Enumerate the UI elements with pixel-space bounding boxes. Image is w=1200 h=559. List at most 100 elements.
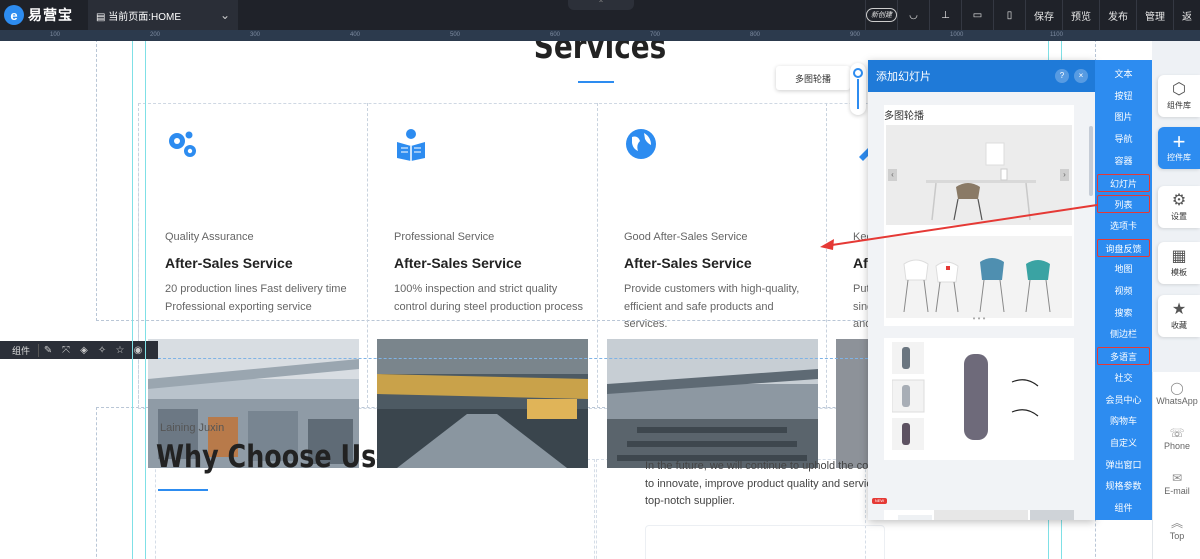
menu-item[interactable]: 询盘反馈 bbox=[1097, 238, 1150, 257]
component-toolbar: 组件 ✎ ⤧ ◈ ✧ ☆ ◉ bbox=[0, 341, 158, 359]
manage-button[interactable]: 管理 bbox=[1136, 0, 1173, 30]
carousel-dots[interactable]: • • • bbox=[884, 314, 1074, 323]
panel-body: 多图轮播 ‹ › • • • NEW bbox=[868, 92, 1095, 520]
whatsapp-contact[interactable]: ◯ WhatsApp bbox=[1153, 380, 1200, 406]
ruler-number: 800 bbox=[750, 32, 761, 38]
menu-item[interactable]: 多语言 bbox=[1097, 347, 1150, 366]
menu-item[interactable]: 会员中心 bbox=[1097, 391, 1150, 409]
whatsapp-icon: ◯ bbox=[1170, 381, 1184, 395]
settings-button[interactable]: ⚙ 设置 bbox=[1158, 186, 1200, 228]
top-icon: ︽ bbox=[1170, 516, 1183, 530]
page-label: ▤ 当前页面:HOME bbox=[96, 8, 181, 23]
preview-button[interactable]: 预览 bbox=[1062, 0, 1099, 30]
card-description: Provide customers with high-quality, eff… bbox=[624, 283, 800, 330]
section-kicker: Laining Juxin bbox=[160, 422, 225, 434]
menu-item[interactable]: 幻灯片 bbox=[1097, 173, 1150, 192]
menu-item[interactable]: 文本 bbox=[1097, 65, 1150, 83]
menu-item[interactable]: 侧边栏 bbox=[1097, 325, 1150, 343]
email-contact[interactable]: ✉ E-mail bbox=[1153, 470, 1200, 496]
top-contact[interactable]: ︽ Top bbox=[1153, 515, 1200, 541]
save-button[interactable]: 保存 bbox=[1025, 0, 1062, 30]
rail-label: 设置 bbox=[1171, 212, 1187, 221]
publish-button[interactable]: 发布 bbox=[1099, 0, 1136, 30]
logo-text: 易营宝 bbox=[28, 7, 73, 23]
services-title[interactable]: Services bbox=[518, 41, 682, 67]
menu-item[interactable]: 组件 bbox=[1097, 499, 1150, 517]
menu-item[interactable]: 视频 bbox=[1097, 282, 1150, 300]
ruler-number: 1000 bbox=[950, 32, 964, 38]
component-library-button[interactable]: ⬡ 组件库 bbox=[1158, 75, 1200, 117]
slider-knob[interactable] bbox=[853, 68, 863, 78]
control-library-button[interactable]: + 控件库 bbox=[1158, 127, 1200, 169]
menu-item[interactable]: 弹出窗口 bbox=[1097, 456, 1150, 474]
phone-contact[interactable]: ☏ Phone bbox=[1153, 425, 1200, 451]
menu-item[interactable]: 图片 bbox=[1097, 108, 1150, 126]
ruler-number: 100 bbox=[50, 32, 61, 38]
size-slider[interactable] bbox=[850, 63, 866, 115]
ai-badge[interactable]: 新创建 bbox=[865, 0, 897, 30]
menu-item[interactable]: 社交 bbox=[1097, 369, 1150, 387]
new-badge: NEW bbox=[872, 498, 887, 504]
slideshow-template[interactable] bbox=[884, 338, 1074, 460]
crop-icon[interactable]: ⤧ bbox=[57, 345, 75, 356]
rail-label: 模板 bbox=[1171, 268, 1187, 277]
menu-item[interactable]: 按钮 bbox=[1097, 87, 1150, 105]
card-title: After-Sales Service bbox=[624, 255, 752, 271]
rail-label: 组件库 bbox=[1167, 101, 1191, 110]
scrollbar[interactable] bbox=[1089, 126, 1093, 196]
ruler-number: 600 bbox=[550, 32, 561, 38]
next-arrow[interactable]: › bbox=[1060, 169, 1069, 181]
close-button[interactable]: × bbox=[1074, 69, 1088, 83]
menu-item[interactable]: 地图 bbox=[1097, 260, 1150, 278]
title-underline bbox=[158, 489, 208, 491]
panel-header: 添加幻灯片 ? × bbox=[868, 60, 1095, 92]
layers-icon[interactable]: ◈ bbox=[75, 345, 93, 356]
text-line: top-notch supplier. bbox=[645, 495, 735, 507]
prev-arrow[interactable]: ‹ bbox=[888, 169, 897, 181]
eye-icon[interactable]: ◡ bbox=[897, 0, 929, 30]
align-icon[interactable]: ⊥ bbox=[929, 0, 961, 30]
menu-item[interactable]: 规格参数 bbox=[1097, 477, 1150, 495]
card-subtitle: Good After-Sales Service bbox=[624, 231, 748, 243]
exit-button[interactable]: 返 bbox=[1173, 0, 1200, 30]
edit-icon[interactable]: ✎ bbox=[39, 345, 57, 356]
earbuds-image: ‹› bbox=[884, 510, 1074, 520]
template-label: 多图轮播 bbox=[884, 111, 924, 122]
card-subtitle: Quality Assurance bbox=[165, 231, 254, 243]
contact-label: E-mail bbox=[1164, 486, 1190, 496]
menu-item[interactable]: 自定义 bbox=[1097, 434, 1150, 452]
service-card[interactable]: Professional Service After-Sales Service… bbox=[367, 103, 597, 468]
template-button[interactable]: ▦ 模板 bbox=[1158, 242, 1200, 284]
service-card[interactable]: Quality Assurance After-Sales Service 20… bbox=[138, 103, 368, 468]
menu-item[interactable]: 列表 bbox=[1097, 195, 1150, 214]
star-icon[interactable]: ☆ bbox=[111, 345, 129, 356]
component-label: 组件 bbox=[0, 343, 40, 357]
menu-item[interactable]: 选项卡 bbox=[1097, 217, 1150, 235]
favorites-button[interactable]: ★ 收藏 bbox=[1158, 295, 1200, 337]
mobile-icon[interactable]: ▯ bbox=[993, 0, 1025, 30]
plus-icon: + bbox=[1172, 129, 1186, 154]
contact-label: Phone bbox=[1163, 441, 1191, 451]
star-icon: ★ bbox=[1171, 301, 1187, 318]
menu-item[interactable]: 导航 bbox=[1097, 130, 1150, 148]
desktop-icon[interactable]: ▭ bbox=[961, 0, 993, 30]
menu-item[interactable]: 搜索 bbox=[1097, 304, 1150, 322]
page-selector[interactable]: ▤ 当前页面:HOME ⌄ bbox=[88, 0, 238, 30]
menu-item[interactable]: 容器 bbox=[1097, 152, 1150, 170]
carousel-tag[interactable]: 多图轮播 bbox=[776, 66, 850, 90]
chevron-down-icon: ⌄ bbox=[219, 8, 230, 22]
slideshow-template[interactable]: • • • bbox=[884, 234, 1074, 326]
collapse-tab[interactable]: ⌃ bbox=[568, 0, 634, 10]
why-choose-title[interactable]: Why Choose Us bbox=[156, 439, 376, 475]
logo[interactable]: e 易营宝 bbox=[0, 0, 86, 30]
menu-item[interactable]: 购物车 bbox=[1097, 412, 1150, 430]
help-button[interactable]: ? bbox=[1055, 69, 1069, 83]
magic-icon[interactable]: ✧ bbox=[93, 345, 111, 356]
ruler-number: 900 bbox=[850, 32, 861, 38]
slideshow-template[interactable]: ‹› bbox=[884, 510, 1074, 520]
book-reader-icon bbox=[397, 129, 425, 161]
gear-icon: ⚙ bbox=[1171, 192, 1187, 209]
service-card[interactable]: Good After-Sales Service After-Sales Ser… bbox=[597, 103, 827, 468]
title-underline bbox=[578, 81, 614, 83]
add-slideshow-panel: 添加幻灯片 ? × 多图轮播 ‹ › • • • NEW bbox=[868, 60, 1095, 520]
